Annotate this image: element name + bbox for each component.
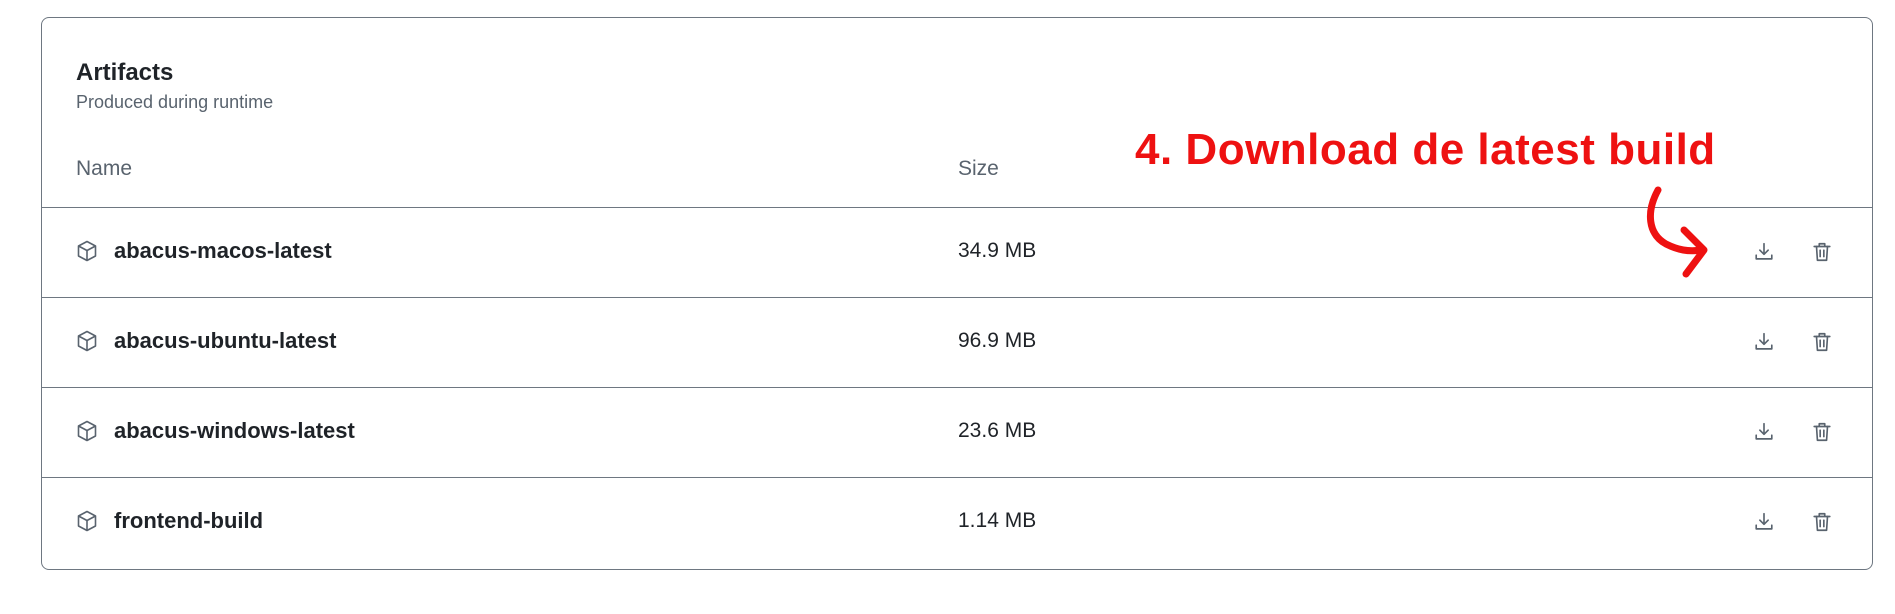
- package-icon: [75, 239, 99, 263]
- artifact-list: abacus-macos-latest 34.9 MB abacus-ubunt…: [42, 207, 1872, 567]
- package-icon: [75, 329, 99, 353]
- panel-title: Artifacts: [76, 59, 174, 86]
- artifact-name-link[interactable]: abacus-windows-latest: [114, 417, 355, 445]
- trash-icon[interactable]: [1805, 325, 1839, 359]
- artifact-name-link[interactable]: frontend-build: [114, 507, 263, 535]
- download-icon[interactable]: [1747, 415, 1781, 449]
- column-header-name: Name: [76, 157, 133, 180]
- trash-icon[interactable]: [1805, 415, 1839, 449]
- package-icon: [75, 419, 99, 443]
- table-row: frontend-build 1.14 MB: [42, 477, 1872, 567]
- panel-header: Artifacts Produced during runtime: [76, 58, 273, 114]
- download-icon[interactable]: [1747, 325, 1781, 359]
- artifact-name-link[interactable]: abacus-ubuntu-latest: [114, 327, 336, 355]
- artifacts-panel: Artifacts Produced during runtime Name S…: [41, 17, 1873, 570]
- trash-icon[interactable]: [1805, 235, 1839, 269]
- table-row: abacus-macos-latest 34.9 MB: [42, 207, 1872, 297]
- artifact-size: 23.6 MB: [958, 419, 1037, 442]
- table-row: abacus-windows-latest 23.6 MB: [42, 387, 1872, 477]
- artifact-name-link[interactable]: abacus-macos-latest: [114, 237, 332, 265]
- panel-subtitle: Produced during runtime: [76, 92, 274, 112]
- annotation-arrow-icon: [1646, 186, 1708, 278]
- artifact-size: 1.14 MB: [958, 509, 1037, 532]
- download-icon[interactable]: [1747, 505, 1781, 539]
- column-header-size: Size: [958, 157, 999, 180]
- annotation-text: 4. Download de latest build: [1135, 125, 1716, 174]
- trash-icon[interactable]: [1805, 505, 1839, 539]
- artifact-size: 34.9 MB: [958, 239, 1037, 262]
- artifact-size: 96.9 MB: [958, 329, 1037, 352]
- package-icon: [75, 509, 99, 533]
- download-icon[interactable]: [1747, 235, 1781, 269]
- table-row: abacus-ubuntu-latest 96.9 MB: [42, 297, 1872, 387]
